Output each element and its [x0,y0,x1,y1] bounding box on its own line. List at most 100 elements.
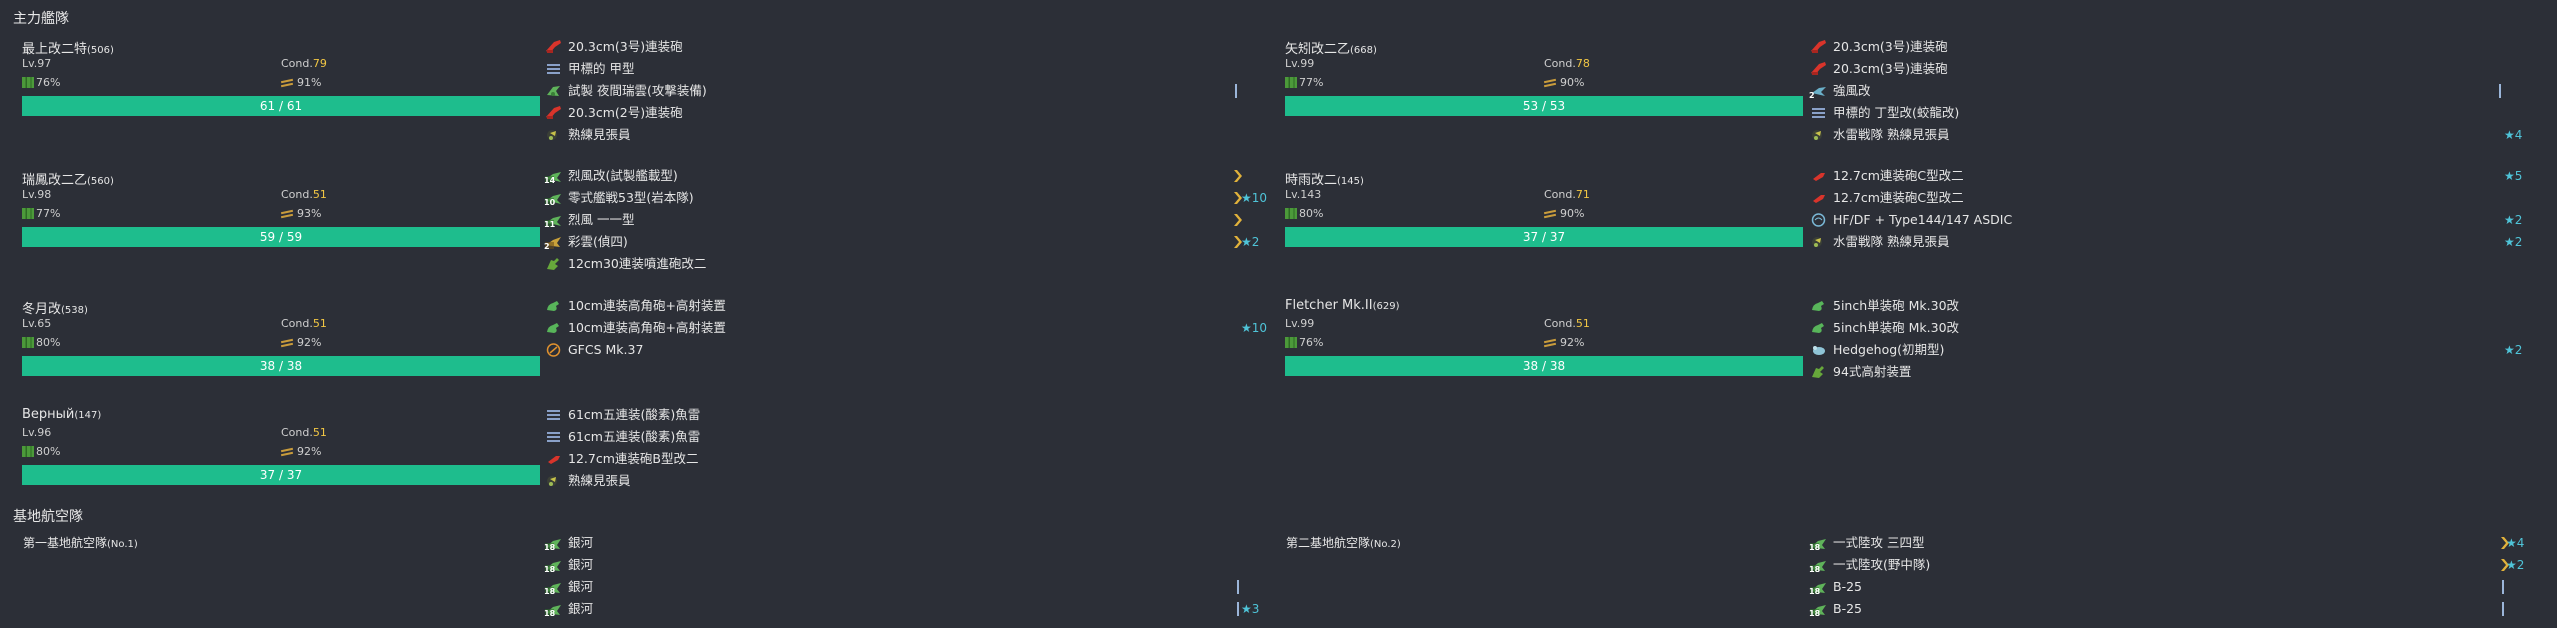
lbas-number: (No.1) [107,539,138,550]
equip-label: 61cm五連装(酸素)魚雷 [568,429,701,444]
equip-label: 水雷戦隊 熟練見張員 [1833,127,1950,142]
equip-label: 20.3cm(3号)連装砲 [1833,39,1948,54]
ship-name-text: 瑞鳳改二乙 [22,173,88,188]
ship-level: Lv.65 [22,317,52,330]
plane-count: 18 [1809,609,1821,618]
hp-bar: 37 / 37 [1285,227,1803,247]
equip-row[interactable]: 熟練見張員 [545,471,1265,491]
proficiency-bar-icon [2497,84,2503,98]
equip-row[interactable]: 20.3cm(3号)連装砲 [1810,37,2530,57]
ship-cond: Cond.78 [1544,57,1590,70]
ship-fuel: 80% [1285,207,1323,220]
equip-row[interactable]: 10cm連装高角砲+高射装置 [545,296,1265,316]
cond-label: Cond. [281,57,313,70]
ammo-icon [1544,78,1558,87]
equip-row[interactable]: 18 B-25 [1809,599,2530,619]
equip-row[interactable]: 20.3cm(3号)連装砲 [1810,59,2530,79]
equip-row[interactable]: 水雷戦隊 熟練見張員 ★2 [1810,232,2530,252]
equip-row[interactable]: 熟練見張員 [545,125,1265,145]
equip-row[interactable]: 10 零式艦戦53型(岩本隊) ★10 [544,188,1267,208]
aa-gun-icon [1810,364,1827,380]
equip-row[interactable]: 20.3cm(3号)連装砲 [545,37,1265,57]
equip-label: 銀河 [568,557,594,572]
cond-label: Cond. [1544,57,1576,70]
ship-level: Lv.99 [1285,317,1315,330]
equip-row[interactable]: 試製 夜間瑞雲(攻撃装備) [545,81,1265,101]
lookout-icon [1810,234,1827,250]
equip-label: 12cm30連装噴進砲改二 [568,256,707,271]
equip-row[interactable]: 20.3cm(2号)連装砲 [545,103,1265,123]
equip-row[interactable]: 18 銀河 [544,555,1265,575]
equip-label: 61cm五連装(酸素)魚雷 [568,407,701,422]
ship-name: 冬月改(538) [22,298,88,317]
equip-row[interactable]: Hedgehog(初期型) ★2 [1810,340,2530,360]
equip-row[interactable]: HF/DF + Type144/147 ASDIC ★2 [1810,210,2530,230]
equip-row[interactable]: 甲標的 丁型改(蛟龍改) [1810,103,2530,123]
equip-row[interactable]: 11 烈風 一一型 [544,210,1265,230]
fuel-value: 77% [1299,76,1324,89]
equip-row[interactable]: 61cm五連装(酸素)魚雷 [545,405,1265,425]
lbas-name[interactable]: 第一基地航空隊(No.1) [23,534,138,551]
equip-row[interactable]: 18 一式陸攻(野中隊) ★2 [1809,555,2530,575]
equip-label: 強風改 [1833,83,1871,98]
fuel-icon [1285,337,1297,348]
equip-row[interactable]: 2 彩雲(偵四) ★2 [544,232,1265,252]
fuel-value: 80% [36,336,61,349]
equip-row[interactable]: GFCS Mk.37 [545,340,1265,360]
fuel-icon [22,208,34,219]
ammo-icon [1544,338,1558,347]
lbas-name[interactable]: 第二基地航空隊(No.2) [1286,534,1401,551]
ammo-value: 92% [297,336,322,349]
radar-icon [545,61,562,77]
improvement-level: ★2 [2504,235,2523,249]
proficiency-chevron-icon [1233,213,1242,227]
ship-name-text: 最上改二特 [22,42,88,57]
ship-level: Lv.97 [22,57,52,70]
main-gun-red-icon [1810,61,1827,77]
equip-row[interactable]: 水雷戦隊 熟練見張員 ★4 [1810,125,2530,145]
equip-row[interactable]: 2 強風改 [1809,81,2530,101]
equip-row[interactable]: 12.7cm連装砲C型改二 [1810,188,2530,208]
equip-row[interactable]: 10cm連装高角砲+高射装置 ★10 [545,318,1267,338]
equip-label: 10cm連装高角砲+高射装置 [568,320,726,335]
equip-row[interactable]: 18 銀河 ★3 [544,599,1265,619]
fuel-value: 76% [1299,336,1324,349]
equip-row[interactable]: 12.7cm連装砲B型改二 [545,449,1265,469]
equip-row[interactable]: 18 B-25 [1809,577,2530,597]
equip-label: 熟練見張員 [568,127,631,142]
ammo-value: 91% [297,76,322,89]
lbas-name-text: 第一基地航空隊 [23,536,108,550]
equip-row[interactable]: 12.7cm連装砲C型改二 ★5 [1810,166,2530,186]
ammo-value: 92% [1560,336,1585,349]
sonar-icon [1810,212,1827,228]
equip-label: 20.3cm(2号)連装砲 [568,105,683,120]
equip-row[interactable]: 61cm五連装(酸素)魚雷 [545,427,1265,447]
equip-row[interactable]: 5inch単装砲 Mk.30改 [1810,318,2530,338]
ship-name-text: Fletcher Mk.II [1285,298,1373,313]
equip-label: 20.3cm(3号)連装砲 [1833,61,1948,76]
improvement-level: ★5 [2504,169,2523,183]
main-gun-red-icon [545,105,562,121]
equip-row[interactable]: 甲標的 甲型 [545,59,1265,79]
depth-charge-icon [1810,342,1827,358]
equip-row[interactable]: 12cm30連装噴進砲改二 [545,254,1265,274]
small-gun-red-icon [545,451,562,467]
cond-value: 79 [312,57,327,70]
equip-row[interactable]: 94式高射装置 [1810,362,2530,382]
ship-ammo: 90% [1544,207,1584,220]
ship-name: Верный(147) [22,407,101,422]
equip-row[interactable]: 18 一式陸攻 三四型 ★4 [1809,533,2530,553]
equip-row[interactable]: 18 銀河 [544,577,1265,597]
cond-label: Cond. [281,317,313,330]
equip-row[interactable]: 14 烈風改(試製艦載型) [544,166,1265,186]
ammo-icon [281,78,295,87]
equip-label: 甲標的 甲型 [568,61,635,76]
main-gun-red-icon [1810,39,1827,55]
equip-row[interactable]: 5inch単装砲 Mk.30改 [1810,296,2530,316]
ammo-icon [1544,209,1558,218]
equip-label: 一式陸攻(野中隊) [1833,557,1931,572]
fuel-value: 76% [36,76,61,89]
radar-icon [1810,105,1827,121]
equip-row[interactable]: 18 銀河 [544,533,1265,553]
proficiency-bar-icon [2500,602,2506,616]
